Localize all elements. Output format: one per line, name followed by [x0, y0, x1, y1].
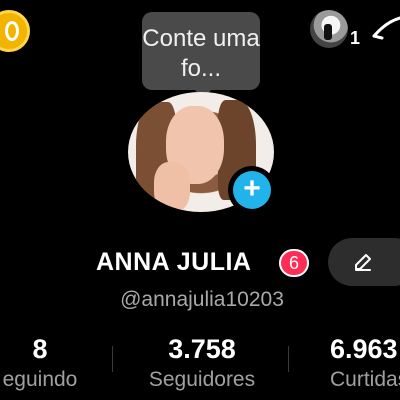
tooltip-text: Conte uma fo... [142, 25, 260, 82]
profile-name: ANNA JULIA [96, 248, 252, 276]
bio-prompt-tooltip[interactable]: Conte uma fo... [142, 12, 260, 99]
stat-likes-label: Curtidas [330, 368, 400, 391]
stat-followers-label: Seguidores [148, 368, 256, 391]
stat-likes-value: 6.963 [330, 334, 398, 364]
story-count: 1 [350, 28, 361, 48]
stat-following[interactable]: 8 eguindo [0, 332, 90, 394]
mini-avatar[interactable] [310, 10, 348, 48]
stat-likes[interactable]: 6.963 Curtidas [330, 332, 400, 394]
add-photo-button[interactable]: + [228, 166, 276, 214]
stat-followers[interactable]: 3.758 Seguidores [132, 332, 272, 394]
profile-stats: 8 eguindo 3.758 Seguidores 6.963 Curtida… [0, 332, 400, 400]
stat-following-label: eguindo [2, 368, 78, 391]
pencil-icon [355, 254, 371, 271]
edit-profile-button[interactable] [328, 238, 400, 286]
menu-icon[interactable] [372, 16, 400, 40]
profile-handle: @annajulia10203 [120, 288, 284, 311]
top-right-controls: 1 [310, 10, 400, 50]
stat-followers-value: 3.758 [168, 334, 236, 364]
stat-following-value: 8 [32, 334, 48, 364]
plus-icon: + [233, 171, 271, 209]
stat-divider [112, 346, 113, 372]
notification-badge[interactable]: 6 [279, 249, 309, 277]
stat-divider [288, 346, 289, 372]
coin-icon[interactable] [0, 10, 30, 52]
